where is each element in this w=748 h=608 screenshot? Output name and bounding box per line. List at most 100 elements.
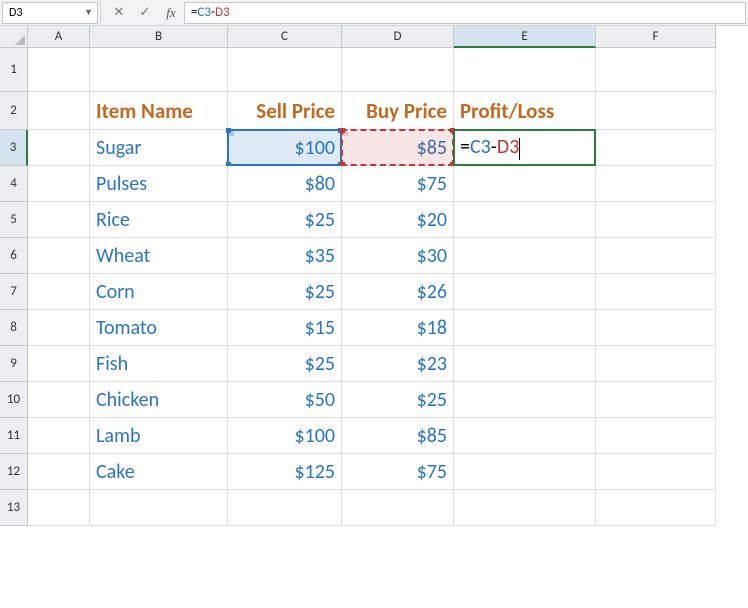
cell-C8[interactable]: $15 [228, 310, 342, 346]
cell-D13[interactable] [342, 490, 454, 526]
cell-E6[interactable] [454, 238, 596, 274]
cancel-button[interactable]: ✕ [106, 0, 132, 26]
cell-B8[interactable]: Tomato [90, 310, 228, 346]
cell-A11[interactable] [28, 418, 90, 454]
col-header-C[interactable]: C [228, 26, 342, 48]
row-header-8[interactable]: 8 [0, 310, 28, 346]
cell-F7[interactable] [596, 274, 716, 310]
cell-E2[interactable]: Profit/Loss [454, 92, 596, 130]
col-header-B[interactable]: B [90, 26, 228, 48]
cell-F1[interactable] [596, 48, 716, 92]
cell-A7[interactable] [28, 274, 90, 310]
cell-F10[interactable] [596, 382, 716, 418]
row-header-6[interactable]: 6 [0, 238, 28, 274]
cell-C2[interactable]: Sell Price [228, 92, 342, 130]
col-header-A[interactable]: A [28, 26, 90, 48]
cell-B10[interactable]: Chicken [90, 382, 228, 418]
insert-function-button[interactable]: fx [158, 0, 184, 26]
row-header-10[interactable]: 10 [0, 382, 28, 418]
cell-B11[interactable]: Lamb [90, 418, 228, 454]
cell-E11[interactable] [454, 418, 596, 454]
row-header-5[interactable]: 5 [0, 202, 28, 238]
row-header-11[interactable]: 11 [0, 418, 28, 454]
cell-E7[interactable] [454, 274, 596, 310]
cell-A13[interactable] [28, 490, 90, 526]
cell-C13[interactable] [228, 490, 342, 526]
row-header-7[interactable]: 7 [0, 274, 28, 310]
cell-B4[interactable]: Pulses [90, 166, 228, 202]
cell-A10[interactable] [28, 382, 90, 418]
cell-B9[interactable]: Fish [90, 346, 228, 382]
cell-D8[interactable]: $18 [342, 310, 454, 346]
cell-B6[interactable]: Wheat [90, 238, 228, 274]
cell-B7[interactable]: Corn [90, 274, 228, 310]
name-box[interactable]: D3 ▼ [2, 2, 98, 24]
formula-input[interactable]: =C3-D3 [184, 2, 746, 24]
cell-A8[interactable] [28, 310, 90, 346]
cell-A3[interactable] [28, 130, 90, 166]
cell-F3[interactable] [596, 130, 716, 166]
select-all-corner[interactable] [0, 26, 28, 48]
col-header-D[interactable]: D [342, 26, 454, 48]
cell-C10[interactable]: $50 [228, 382, 342, 418]
cell-D10[interactable]: $25 [342, 382, 454, 418]
cell-E9[interactable] [454, 346, 596, 382]
enter-button[interactable]: ✓ [132, 0, 158, 26]
cell-E4[interactable] [454, 166, 596, 202]
row-header-9[interactable]: 9 [0, 346, 28, 382]
cell-E5[interactable] [454, 202, 596, 238]
cell-C5[interactable]: $25 [228, 202, 342, 238]
cell-B3[interactable]: Sugar [90, 130, 228, 166]
name-box-dropdown-icon[interactable]: ▼ [84, 7, 93, 18]
row-header-4[interactable]: 4 [0, 166, 28, 202]
cell-A5[interactable] [28, 202, 90, 238]
cell-F9[interactable] [596, 346, 716, 382]
row-header-3[interactable]: 3 [0, 130, 28, 166]
cell-D12[interactable]: $75 [342, 454, 454, 490]
cell-D9[interactable]: $23 [342, 346, 454, 382]
cell-D2[interactable]: Buy Price [342, 92, 454, 130]
cell-A4[interactable] [28, 166, 90, 202]
cell-C12[interactable]: $125 [228, 454, 342, 490]
cell-E1[interactable] [454, 48, 596, 92]
cell-D4[interactable]: $75 [342, 166, 454, 202]
cell-A9[interactable] [28, 346, 90, 382]
cell-D7[interactable]: $26 [342, 274, 454, 310]
cell-E8[interactable] [454, 310, 596, 346]
cell-F6[interactable] [596, 238, 716, 274]
cell-B13[interactable] [90, 490, 228, 526]
cell-B1[interactable] [90, 48, 228, 92]
cell-A2[interactable] [28, 92, 90, 130]
cell-C3[interactable]: $100 [228, 130, 342, 166]
cell-B12[interactable]: Cake [90, 454, 228, 490]
cell-D5[interactable]: $20 [342, 202, 454, 238]
cell-A12[interactable] [28, 454, 90, 490]
cell-C6[interactable]: $35 [228, 238, 342, 274]
cell-E10[interactable] [454, 382, 596, 418]
cell-A1[interactable] [28, 48, 90, 92]
cell-C1[interactable] [228, 48, 342, 92]
cell-F4[interactable] [596, 166, 716, 202]
cell-C7[interactable]: $25 [228, 274, 342, 310]
row-header-12[interactable]: 12 [0, 454, 28, 490]
cell-D6[interactable]: $30 [342, 238, 454, 274]
cell-C11[interactable]: $100 [228, 418, 342, 454]
cell-F2[interactable] [596, 92, 716, 130]
cell-B5[interactable]: Rice [90, 202, 228, 238]
cell-E12[interactable] [454, 454, 596, 490]
cell-F12[interactable] [596, 454, 716, 490]
cell-E3[interactable]: =C3-D3 [454, 130, 596, 166]
cell-F13[interactable] [596, 490, 716, 526]
spreadsheet-grid[interactable]: A B C D E F 1 2 Item Name Sell Price Buy… [0, 26, 748, 526]
cell-E13[interactable] [454, 490, 596, 526]
cell-D1[interactable] [342, 48, 454, 92]
cell-F11[interactable] [596, 418, 716, 454]
cell-C4[interactable]: $80 [228, 166, 342, 202]
row-header-1[interactable]: 1 [0, 48, 28, 92]
col-header-F[interactable]: F [596, 26, 716, 48]
cell-D3[interactable]: $85 [342, 130, 454, 166]
cell-D11[interactable]: $85 [342, 418, 454, 454]
row-header-13[interactable]: 13 [0, 490, 28, 526]
col-header-E[interactable]: E [454, 26, 596, 48]
cell-A6[interactable] [28, 238, 90, 274]
